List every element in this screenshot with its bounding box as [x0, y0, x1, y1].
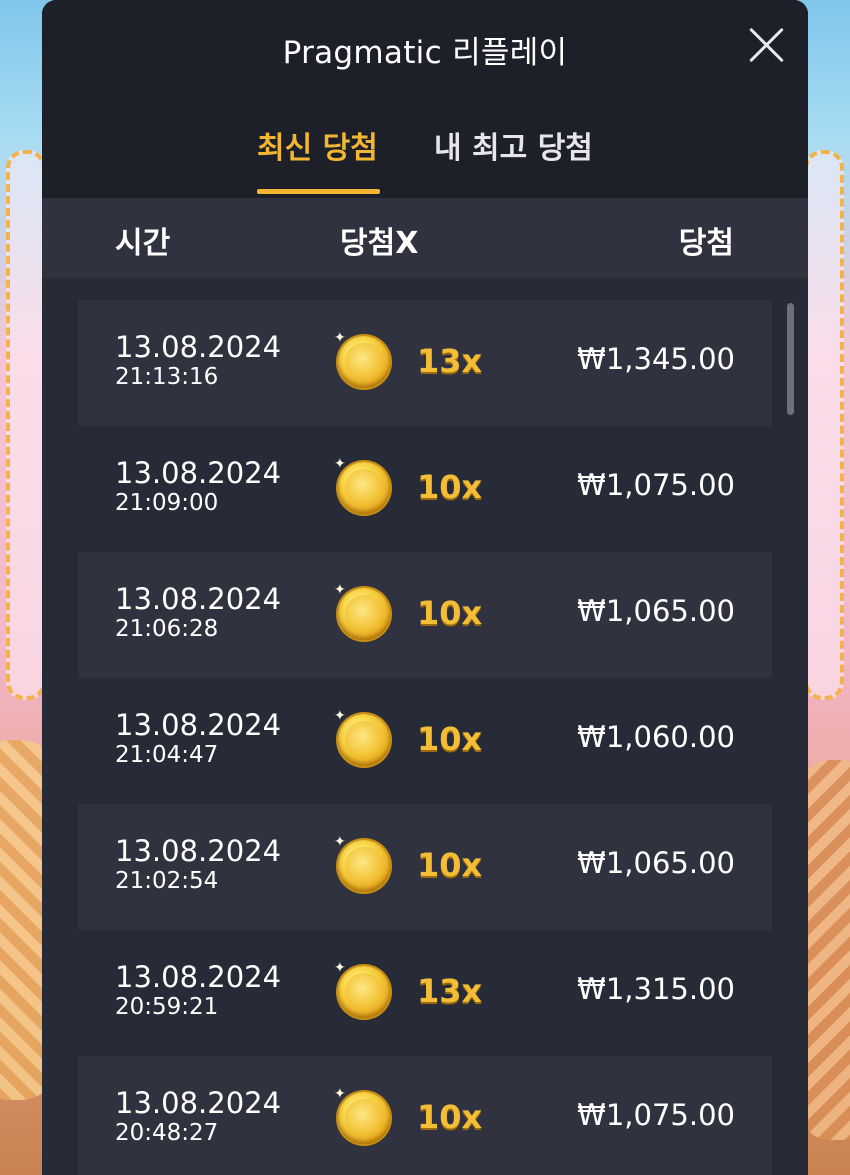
row-multiplier: 10x — [417, 594, 483, 632]
row-time: 21:13:16 — [115, 364, 219, 390]
close-icon[interactable] — [746, 24, 788, 66]
table-row[interactable]: 13.08.2024 21:02:54 ✦ 10x ₩1,065.00 — [78, 804, 772, 930]
replay-modal: Pragmatic 리플레이 최신 당첨 내 최고 당첨 시간 당첨X 당첨 1… — [42, 0, 808, 1175]
row-date: 13.08.2024 — [115, 708, 282, 742]
row-multiplier: 13x — [417, 972, 483, 1010]
row-win-amount: ₩1,075.00 — [577, 1098, 735, 1132]
coin-icon: ✦ — [334, 456, 390, 514]
column-header-win: 당첨 — [678, 226, 734, 261]
row-multiplier: 10x — [417, 720, 483, 758]
coin-icon: ✦ — [334, 708, 390, 766]
row-time: 21:09:00 — [115, 490, 219, 516]
row-time: 21:06:28 — [115, 616, 219, 642]
row-multiplier: 10x — [417, 1098, 483, 1136]
row-date: 13.08.2024 — [115, 582, 282, 616]
coin-icon: ✦ — [334, 1086, 390, 1144]
column-header-multiplier: 당첨X — [340, 226, 419, 261]
row-win-amount: ₩1,075.00 — [577, 468, 735, 502]
row-multiplier: 13x — [417, 342, 483, 380]
table-header: 시간 당첨X 당첨 — [42, 198, 808, 278]
row-date: 13.08.2024 — [115, 1086, 282, 1120]
column-header-time: 시간 — [115, 226, 171, 261]
modal-title: Pragmatic 리플레이 — [282, 35, 568, 71]
coin-icon: ✦ — [334, 582, 390, 640]
row-date: 13.08.2024 — [115, 960, 282, 994]
tab-latest-wins[interactable]: 최신 당첨 — [257, 123, 378, 167]
table-row[interactable]: 13.08.2024 21:09:00 ✦ 10x ₩1,075.00 — [78, 426, 772, 552]
coin-icon: ✦ — [334, 834, 390, 892]
coin-icon: ✦ — [334, 960, 390, 1018]
table-row[interactable]: 13.08.2024 20:48:27 ✦ 10x ₩1,075.00 — [78, 1056, 772, 1175]
list-scrollbar[interactable] — [787, 303, 794, 415]
tab-bar: 최신 당첨 내 최고 당첨 — [42, 95, 808, 198]
wins-list: 13.08.2024 21:13:16 ✦ 13x ₩1,345.00 13.0… — [78, 300, 772, 1175]
table-row[interactable]: 13.08.2024 20:59:21 ✦ 13x ₩1,315.00 — [78, 930, 772, 1056]
row-multiplier: 10x — [417, 846, 483, 884]
row-date: 13.08.2024 — [115, 456, 282, 490]
row-win-amount: ₩1,345.00 — [577, 342, 735, 376]
game-board-frame-right — [804, 150, 844, 700]
tab-my-best-wins[interactable]: 내 최고 당첨 — [434, 123, 593, 167]
table-row[interactable]: 13.08.2024 21:13:16 ✦ 13x ₩1,345.00 — [78, 300, 772, 426]
row-win-amount: ₩1,060.00 — [577, 720, 735, 754]
active-tab-indicator — [257, 189, 380, 194]
row-time: 20:59:21 — [115, 994, 219, 1020]
row-date: 13.08.2024 — [115, 834, 282, 868]
table-row[interactable]: 13.08.2024 21:04:47 ✦ 10x ₩1,060.00 — [78, 678, 772, 804]
row-win-amount: ₩1,065.00 — [577, 846, 735, 880]
row-win-amount: ₩1,065.00 — [577, 594, 735, 628]
row-time: 21:04:47 — [115, 742, 219, 768]
modal-header: Pragmatic 리플레이 — [42, 0, 808, 95]
row-date: 13.08.2024 — [115, 330, 282, 364]
row-time: 21:02:54 — [115, 868, 219, 894]
row-time: 20:48:27 — [115, 1120, 219, 1146]
coin-icon: ✦ — [334, 330, 390, 388]
row-win-amount: ₩1,315.00 — [577, 972, 735, 1006]
table-row[interactable]: 13.08.2024 21:06:28 ✦ 10x ₩1,065.00 — [78, 552, 772, 678]
game-board-frame-left — [6, 150, 46, 700]
row-multiplier: 10x — [417, 468, 483, 506]
